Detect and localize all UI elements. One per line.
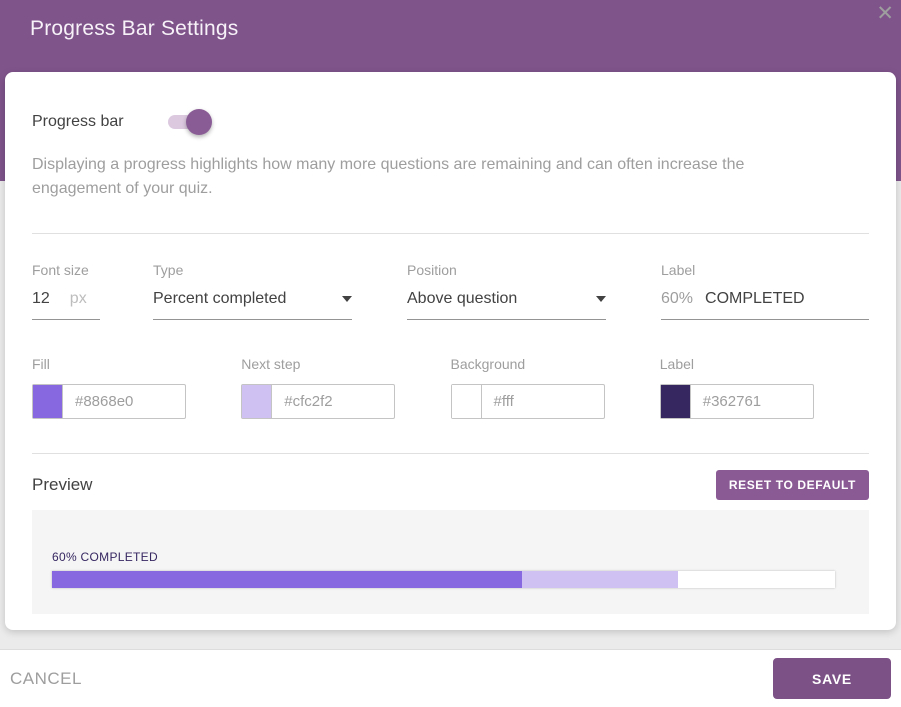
progress-fill-segment: [52, 571, 522, 588]
fill-color-input-group: #8868e0: [32, 384, 186, 419]
settings-row: Font size 12 px Type Percent completed P…: [32, 262, 869, 320]
bar-label-label: Label: [661, 262, 869, 278]
type-field: Type Percent completed: [153, 262, 407, 320]
preview-heading: Preview: [32, 475, 92, 495]
type-label: Type: [153, 262, 407, 278]
cancel-button[interactable]: CANCEL: [10, 669, 82, 689]
position-label: Position: [407, 262, 661, 278]
chevron-down-icon: [596, 296, 606, 302]
fill-color-field: Fill #8868e0: [32, 356, 241, 419]
fill-color-value-input[interactable]: #8868e0: [63, 385, 185, 418]
next-step-color-label: Next step: [241, 356, 450, 372]
font-size-value: 12: [32, 290, 50, 308]
position-select[interactable]: Above question: [407, 290, 606, 320]
progress-next-step-segment: [522, 571, 679, 588]
fill-color-swatch[interactable]: [33, 385, 63, 418]
divider: [32, 233, 869, 234]
progress-bar-toggle-label: Progress bar: [32, 113, 124, 131]
font-size-label: Font size: [32, 262, 153, 278]
next-step-color-input-group: #cfc2f2: [241, 384, 395, 419]
position-selected-value: Above question: [407, 290, 517, 308]
divider: [32, 453, 869, 454]
preview-bar-text: 60% COMPLETED: [52, 550, 835, 564]
background-color-field: Background #fff: [451, 356, 660, 419]
background-color-value-input[interactable]: #fff: [482, 385, 604, 418]
label-color-swatch[interactable]: [661, 385, 691, 418]
label-color-label: Label: [660, 356, 869, 372]
description-text: Displaying a progress highlights how man…: [32, 153, 837, 201]
next-step-color-value-input[interactable]: #cfc2f2: [272, 385, 394, 418]
background-color-label: Background: [451, 356, 660, 372]
bar-label-field: Label 60% COMPLETED: [661, 262, 869, 320]
label-color-value-input[interactable]: #362761: [691, 385, 813, 418]
chevron-down-icon: [342, 296, 352, 302]
type-select[interactable]: Percent completed: [153, 290, 352, 320]
preview-progress-bar: [52, 571, 835, 588]
bar-label-value: COMPLETED: [705, 290, 805, 308]
font-size-field: Font size 12 px: [32, 262, 153, 320]
progress-bar-toggle[interactable]: [168, 112, 208, 132]
font-size-input[interactable]: 12 px: [32, 290, 100, 320]
modal-footer: CANCEL SAVE: [0, 650, 901, 707]
settings-card: Progress bar Displaying a progress highl…: [5, 72, 896, 630]
close-icon[interactable]: ✕: [876, 3, 894, 24]
reset-to-default-button[interactable]: RESET TO DEFAULT: [716, 470, 869, 500]
colors-row: Fill #8868e0 Next step #cfc2f2 Backgroun…: [32, 356, 869, 419]
position-field: Position Above question: [407, 262, 661, 320]
fill-color-label: Fill: [32, 356, 241, 372]
label-color-input-group: #362761: [660, 384, 814, 419]
label-color-field: Label #362761: [660, 356, 869, 419]
bar-label-prefix: 60%: [661, 290, 693, 308]
progress-bar-toggle-row: Progress bar: [32, 105, 869, 139]
background-color-swatch[interactable]: [452, 385, 482, 418]
type-selected-value: Percent completed: [153, 290, 286, 308]
next-step-color-field: Next step #cfc2f2: [241, 356, 450, 419]
font-size-unit: px: [70, 290, 87, 308]
bar-label-input[interactable]: 60% COMPLETED: [661, 290, 869, 320]
modal-title: Progress Bar Settings: [0, 0, 901, 41]
preview-header: Preview RESET TO DEFAULT: [32, 470, 869, 500]
next-step-color-swatch[interactable]: [242, 385, 272, 418]
save-button[interactable]: SAVE: [773, 658, 891, 699]
background-color-input-group: #fff: [451, 384, 605, 419]
toggle-knob: [186, 109, 212, 135]
preview-box: 60% COMPLETED: [32, 510, 869, 614]
